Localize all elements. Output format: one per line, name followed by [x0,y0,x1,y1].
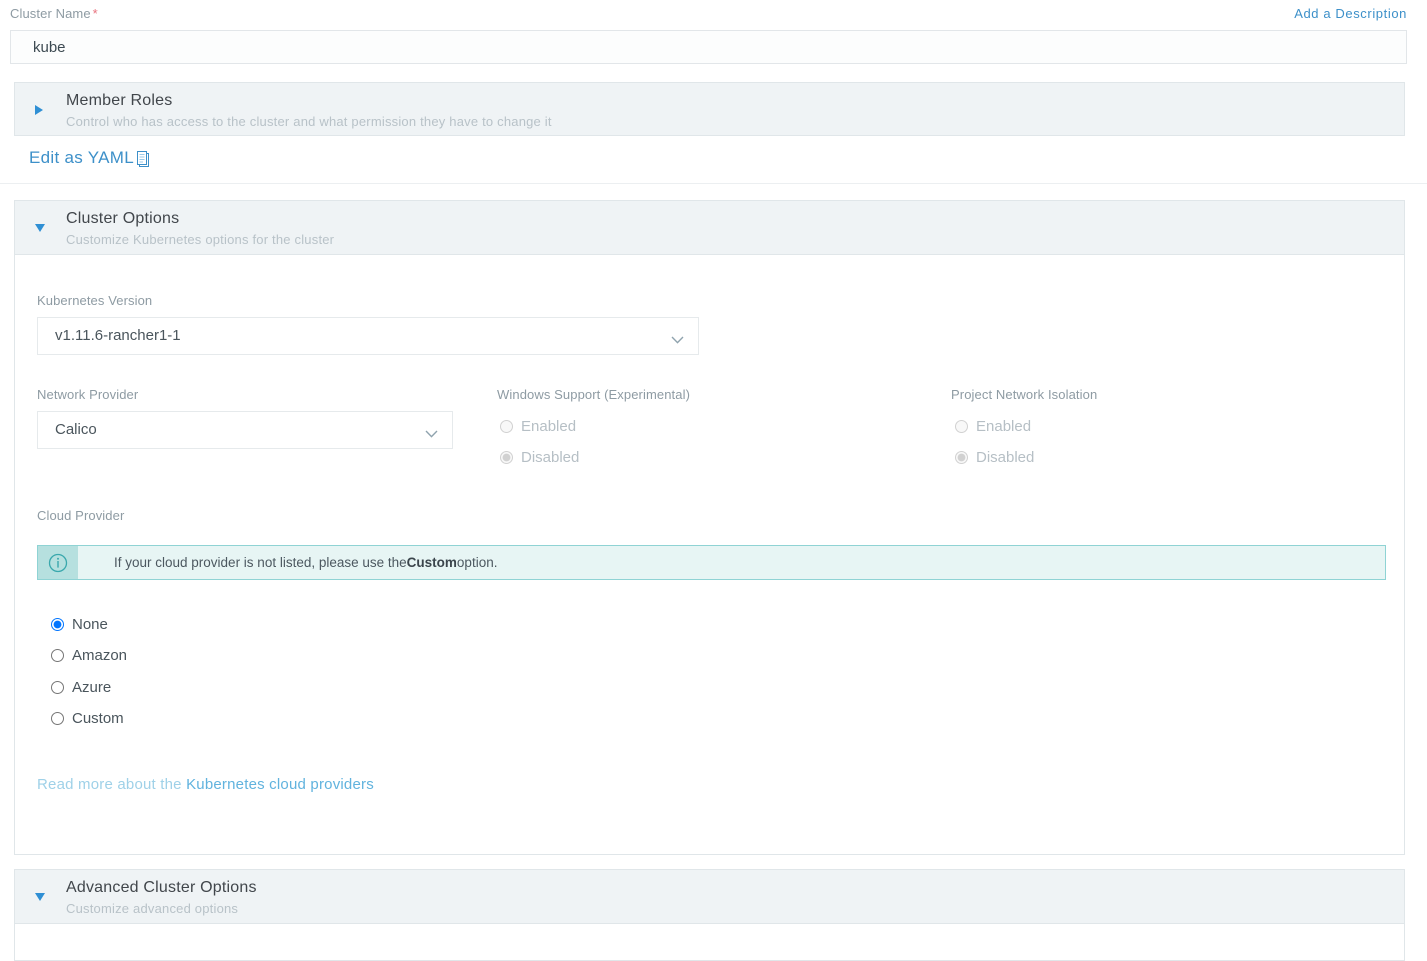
advanced-cluster-options-panel: Advanced Cluster Options Customize advan… [14,869,1405,961]
windows-support-option-disabled[interactable]: Disabled [500,446,579,468]
kubernetes-version-select[interactable]: v1.11.6-rancher1-1 [37,317,699,355]
windows-support-disabled-radio[interactable] [500,450,513,464]
cloud-provider-option-azure[interactable]: Azure [51,676,111,698]
project-network-isolation-disabled-radio[interactable] [955,450,968,464]
cluster-options-subtitle: Customize Kubernetes options for the clu… [66,232,335,247]
cloud-provider-label: Cloud Provider [37,508,125,523]
windows-support-label: Windows Support (Experimental) [497,387,691,402]
cloud-provider-custom-radio[interactable] [51,711,64,725]
cluster-name-label-text: Cluster Name [10,6,91,21]
triangle-down-icon[interactable] [35,224,45,232]
cluster-configuration-page: Cluster Name* Add a Description Member R… [0,0,1427,961]
cloud-provider-none-label: None [72,615,108,633]
project-network-isolation-enabled-radio[interactable] [955,419,968,433]
triangle-down-icon[interactable] [35,893,45,901]
project-network-isolation-disabled-label: Disabled [976,448,1035,466]
windows-support-disabled-label: Disabled [521,448,580,466]
project-network-isolation-option-disabled[interactable]: Disabled [955,446,1034,468]
info-text-bold: Custom [406,555,457,570]
cloud-provider-option-none[interactable]: None [51,613,108,635]
add-description-link[interactable]: Add a Description [1294,6,1407,21]
chevron-down-icon [425,425,438,438]
cloud-provider-option-custom[interactable]: Custom [51,707,124,729]
network-provider-label: Network Provider [37,387,139,402]
triangle-right-icon[interactable] [35,105,43,115]
edit-as-yaml-link[interactable]: Edit as YAML [29,148,134,168]
project-network-isolation-label: Project Network Isolation [951,387,1098,402]
cluster-options-panel: Cluster Options Customize Kubernetes opt… [14,200,1405,855]
cloud-provider-info-banner: If your cloud provider is not listed, pl… [37,545,1386,580]
member-roles-subtitle: Control who has access to the cluster an… [66,114,552,129]
chevron-down-icon [671,331,684,344]
clipboard-icon[interactable] [136,151,151,168]
read-more-row: Read more about the Kubernetes cloud pro… [37,776,374,793]
project-network-isolation-option-enabled[interactable]: Enabled [955,415,1031,437]
info-text-before: If your cloud provider is not listed, pl… [114,555,407,570]
advanced-cluster-options-subtitle: Customize advanced options [66,901,239,916]
read-more-prefix: Read more about the [37,776,187,793]
cloud-provider-none-radio[interactable] [51,617,64,631]
cluster-name-label: Cluster Name * [10,6,98,21]
required-asterisk-icon: * [92,6,98,21]
network-provider-select[interactable]: Calico [37,411,453,449]
kubernetes-cloud-providers-link[interactable]: Kubernetes cloud providers [186,776,374,793]
cloud-provider-azure-label: Azure [72,678,112,696]
windows-support-enabled-radio[interactable] [500,419,513,433]
cloud-provider-custom-label: Custom [72,709,124,727]
cluster-name-input[interactable] [10,30,1407,64]
kubernetes-version-value: v1.11.6-rancher1-1 [55,327,181,344]
network-provider-value: Calico [55,421,97,438]
cluster-name-row: Cluster Name * Add a Description [10,6,1407,24]
windows-support-enabled-label: Enabled [521,417,577,435]
cloud-provider-amazon-label: Amazon [72,646,128,664]
member-roles-title: Member Roles [66,92,173,109]
project-network-isolation-enabled-label: Enabled [976,417,1032,435]
member-roles-panel: Member Roles Control who has access to t… [14,82,1405,136]
advanced-cluster-options-title: Advanced Cluster Options [66,879,257,896]
cloud-provider-option-amazon[interactable]: Amazon [51,644,127,666]
info-circle-icon [38,546,78,579]
edit-as-yaml-row: Edit as YAML [0,148,1427,184]
advanced-cluster-options-header[interactable]: Advanced Cluster Options Customize advan… [15,870,1404,924]
member-roles-header[interactable]: Member Roles Control who has access to t… [15,83,1404,135]
cloud-provider-info-text: If your cloud provider is not listed, pl… [78,546,497,579]
info-text-after: option. [456,555,498,570]
kubernetes-version-label: Kubernetes Version [37,293,153,308]
cluster-options-header[interactable]: Cluster Options Customize Kubernetes opt… [15,201,1404,255]
windows-support-option-enabled[interactable]: Enabled [500,415,576,437]
cluster-options-title: Cluster Options [66,210,180,227]
cloud-provider-azure-radio[interactable] [51,680,64,694]
cloud-provider-amazon-radio[interactable] [51,648,64,662]
